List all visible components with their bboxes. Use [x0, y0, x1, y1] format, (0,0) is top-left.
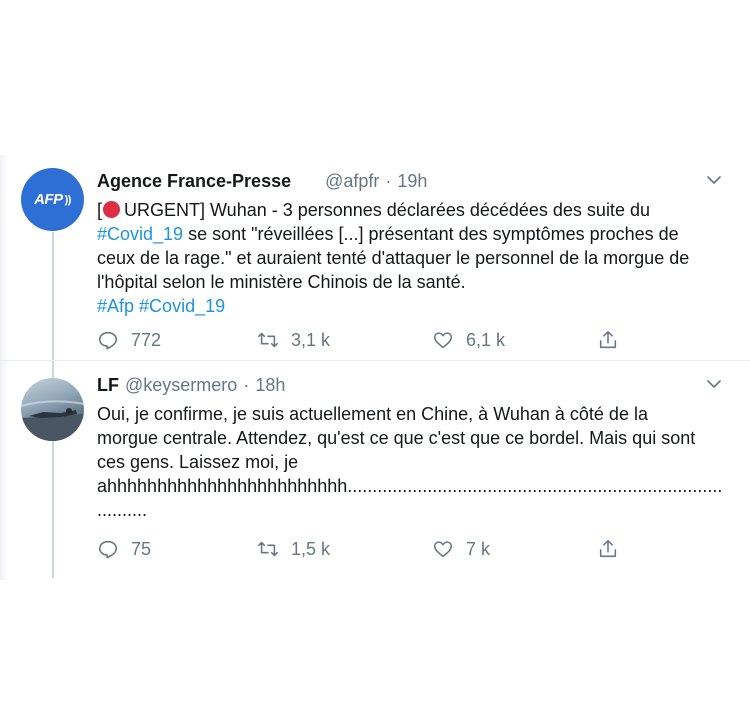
hashtag-link[interactable]: #Covid_19 — [97, 224, 183, 244]
like-button[interactable]: 6,1 k — [432, 329, 505, 351]
retweet-count: 1,5 k — [291, 538, 331, 559]
red-circle-icon — [103, 201, 121, 218]
like-count: 6,1 k — [466, 329, 506, 350]
tweet-line: #Afp #Covid_19 — [97, 294, 727, 318]
line-text: URGENT] Wuhan - 3 personnes déclarées dé… — [124, 200, 650, 220]
tweet-header: Agence France-Presse @afpfr · 19h — [97, 171, 427, 192]
author-name[interactable]: Agence France-Presse — [97, 171, 291, 192]
share-icon — [599, 330, 617, 349]
tweet-text: Oui, je confirme, je suis actuellement e… — [97, 402, 727, 522]
share-icon — [599, 539, 617, 558]
avatar-photo — [21, 400, 84, 441]
avatar[interactable] — [21, 378, 84, 441]
heart-icon — [433, 332, 453, 349]
tweet-line: ceux de la rage." et auraient tenté d'at… — [97, 248, 690, 268]
hashtag-link[interactable]: #Afp — [97, 296, 134, 316]
tweet-time[interactable]: 19h — [397, 171, 427, 192]
retweet-icon — [258, 332, 278, 348]
tweet-actions: 772 3,1 k 6,1 k — [97, 329, 637, 355]
avatar[interactable]: AFP )) — [21, 168, 84, 231]
share-button[interactable] — [597, 538, 619, 560]
share-button[interactable] — [597, 329, 619, 351]
retweet-count: 3,1 k — [291, 329, 331, 350]
retweet-button[interactable]: 1,5 k — [257, 538, 330, 560]
tweet-line: ces gens. Laissez moi, je — [97, 452, 299, 472]
author-name[interactable]: LF — [97, 375, 119, 396]
reply-count: 772 — [131, 329, 162, 350]
reply-icon — [98, 331, 118, 350]
tweet-line: l'hôpital selon le ministère Chinois de … — [97, 272, 466, 292]
tweet-divider — [0, 360, 750, 361]
afp-logo-waves-icon: )) — [64, 193, 72, 206]
like-button[interactable]: 7 k — [432, 538, 490, 560]
tweet-header: LF @keysermero · 18h — [97, 375, 285, 396]
author-handle[interactable]: @keysermero — [125, 375, 237, 396]
line-text: se sont "réveillées [...] présentant des… — [183, 224, 679, 244]
retweet-icon — [258, 541, 278, 557]
tweet-line: Oui, je confirme, je suis actuellement e… — [97, 404, 648, 424]
afp-logo: AFP )) — [34, 191, 71, 208]
chevron-down-icon[interactable] — [706, 376, 722, 392]
tweet-line: [ URGENT] Wuhan - 3 personnes déclarées d… — [97, 198, 727, 222]
tweet-actions: 75 1,5 k 7 k — [97, 538, 637, 564]
author-handle[interactable]: @afpfr — [325, 171, 379, 192]
retweet-button[interactable]: 3,1 k — [257, 329, 330, 351]
bracket-text: [ — [97, 200, 103, 220]
tweet-time[interactable]: 18h — [255, 375, 285, 396]
chevron-down-icon[interactable] — [706, 172, 722, 188]
tweet-line: ahhhhhhhhhhhhhhhhhhhhhhhh...............… — [97, 476, 723, 496]
tweet-text: [ URGENT] Wuhan - 3 personnes déclarées d… — [97, 198, 727, 318]
reply-button[interactable]: 75 — [97, 538, 151, 560]
reply-count: 75 — [131, 538, 152, 559]
afp-logo-text: AFP — [34, 191, 63, 208]
reply-icon — [98, 540, 118, 559]
like-count: 7 k — [466, 538, 491, 559]
reply-button[interactable]: 772 — [97, 329, 161, 351]
hashtag-link[interactable]: #Covid_19 — [139, 296, 225, 316]
tweet-line: #Covid_19 se sont "réveillées [...] prés… — [97, 222, 727, 246]
tweet-line: .......... — [97, 500, 148, 520]
separator-dot: · — [243, 375, 250, 395]
tweet-line: morgue centrale. Attendez, qu'est ce que… — [97, 428, 696, 448]
separator-dot: · — [385, 171, 392, 191]
heart-icon — [433, 541, 453, 558]
page-edge-shade — [0, 155, 8, 580]
